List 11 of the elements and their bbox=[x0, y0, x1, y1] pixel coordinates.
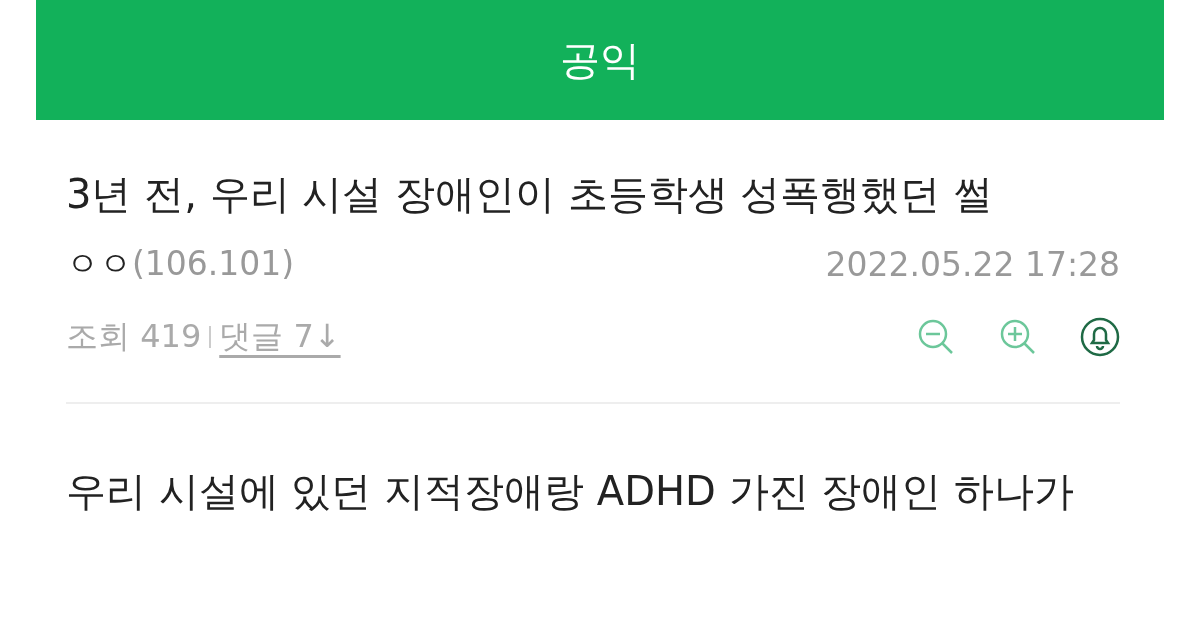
zoom-in-icon bbox=[999, 318, 1037, 356]
comments-link[interactable]: 댓글 7↓ bbox=[219, 315, 341, 359]
author-ip: (106.101) bbox=[132, 243, 295, 283]
post-date: 2022.05.22 17:28 bbox=[825, 244, 1120, 284]
post-title: 3년 전, 우리 시설 장애인이 초등학생 성폭행했던 썰 bbox=[66, 170, 995, 219]
zoom-out-icon bbox=[917, 318, 955, 356]
board-title: 공익 bbox=[560, 35, 640, 85]
bell-icon bbox=[1080, 317, 1120, 357]
view-count: 조회 419 bbox=[66, 316, 202, 357]
author-name: ㅇㅇ bbox=[66, 243, 132, 283]
post-body: 우리 시설에 있던 지적장애랑 ADHD 가진 장애인 하나가 bbox=[66, 467, 1076, 516]
